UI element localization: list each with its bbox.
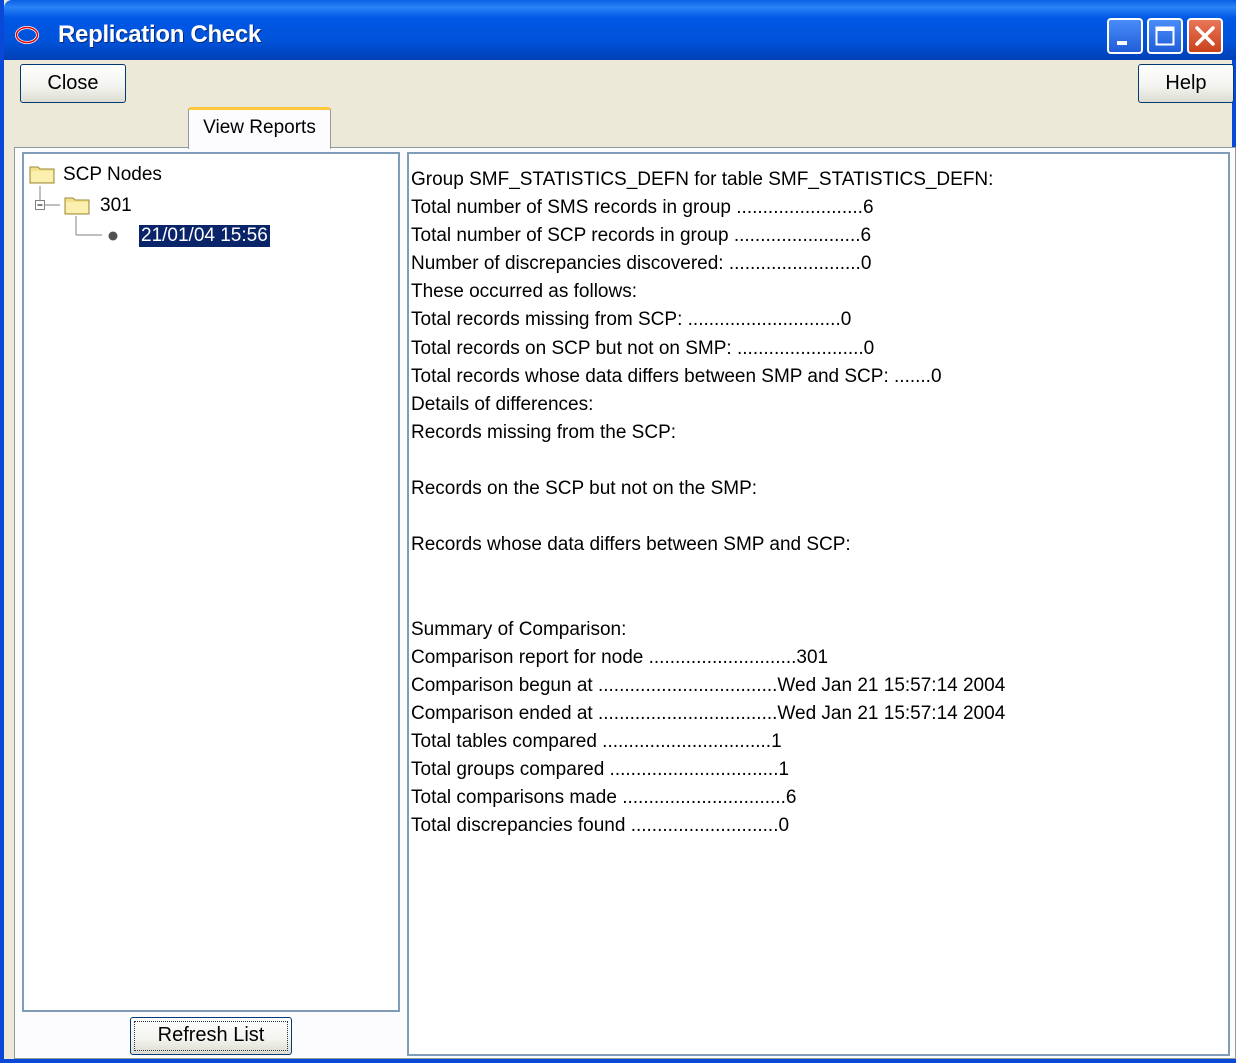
report-line: Records whose data differs between SMP a… [411,534,851,556]
report-line: Total groups compared ..................… [411,758,790,780]
report-line [411,503,1005,531]
report-line: Records missing from the SCP: [411,421,677,443]
report-line: Total comparisons made .................… [411,787,797,809]
minimize-button[interactable] [1107,18,1143,54]
report-line: Total records on SCP but not on SMP: ...… [411,337,875,359]
folder-icon [64,197,90,215]
close-button[interactable]: Close [20,64,126,103]
report-line [411,447,1005,475]
report-line: Comparison report for node .............… [411,646,829,668]
help-button[interactable]: Help [1138,64,1234,103]
report-line: Summary of Comparison: [411,618,627,640]
oracle-logo-icon [15,26,39,44]
replication-check-window: Replication Check Close Help View Report… [0,0,1236,1063]
report-line: Comparison begun at ....................… [411,674,1006,696]
report-line: Total records whose data differs between… [411,365,942,387]
report-line: Total number of SCP records in group ...… [411,225,872,247]
minimize-icon [1117,41,1127,45]
folder-icon [29,166,55,184]
report-line: Total discrepancies found ..............… [411,815,790,837]
tab-view-reports[interactable]: View Reports [188,107,331,149]
report-line: Number of discrepancies discovered: ....… [411,253,872,275]
report-line [411,587,1005,615]
tree-item-report[interactable]: 21/01/04 15:56 [138,224,271,248]
report-line: Group SMF_STATISTICS_DEFN for table SMF_… [411,169,994,190]
report-dot-icon [108,231,118,241]
report-line: Comparison ended at ....................… [411,702,1006,724]
node-tree[interactable] [22,152,400,1012]
report-line: Total records missing from SCP: ........… [411,309,852,331]
window-title: Replication Check [58,21,261,48]
close-icon [1195,26,1215,46]
tree-item-scp-nodes[interactable]: SCP Nodes [63,164,162,186]
report-text: Group SMF_STATISTICS_DEFN for table SMF_… [411,166,1005,840]
close-window-button[interactable] [1187,18,1223,54]
tree-item-node-301[interactable]: 301 [100,195,132,217]
maximize-button[interactable] [1147,18,1183,54]
maximize-icon [1155,26,1175,46]
report-line: These occurred as follows: [411,281,637,303]
refresh-list-button[interactable]: Refresh List [130,1017,292,1055]
report-line: Details of differences: [411,393,594,415]
report-line: Total tables compared ..................… [411,730,782,752]
report-line: Total number of SMS records in group ...… [411,197,874,219]
report-line: Records on the SCP but not on the SMP: [411,478,758,500]
report-line [411,559,1005,587]
title-bar[interactable]: Replication Check [4,0,1236,60]
